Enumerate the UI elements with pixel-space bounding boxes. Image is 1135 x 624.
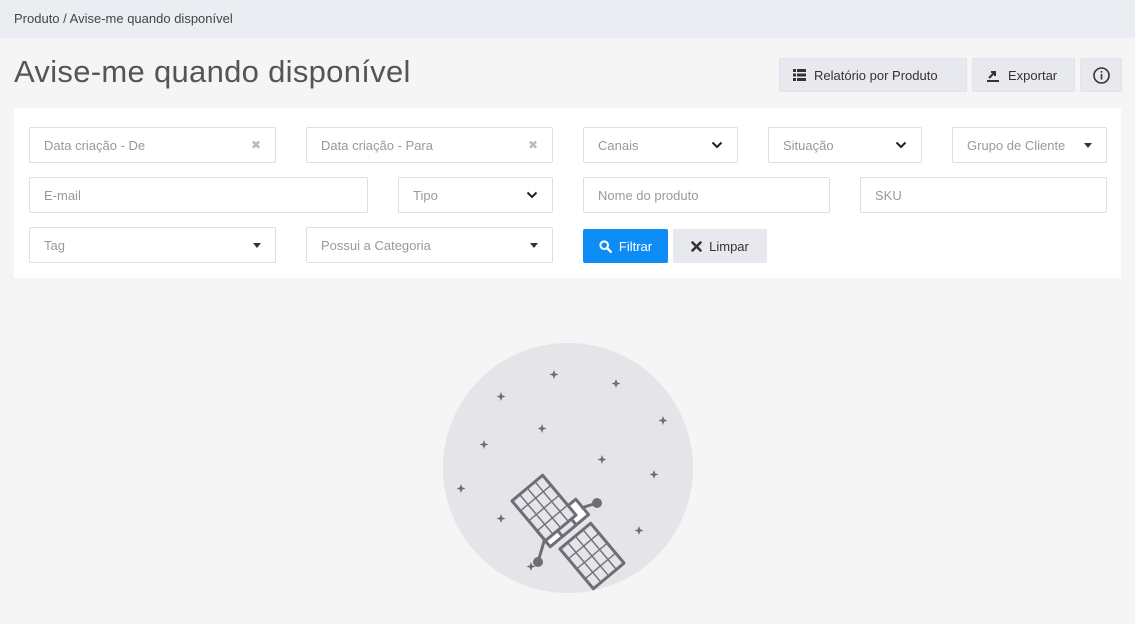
customer-group-select[interactable]: Grupo de Cliente bbox=[952, 127, 1107, 163]
filter-button-label: Filtrar bbox=[618, 238, 653, 254]
sku-input[interactable]: SKU bbox=[860, 177, 1107, 213]
info-icon bbox=[1092, 66, 1110, 84]
caret-down-icon bbox=[1084, 142, 1092, 148]
clear-button[interactable]: Limpar bbox=[673, 229, 767, 263]
product-name-input[interactable]: Nome do produto bbox=[583, 177, 830, 213]
email-placeholder: E-mail bbox=[44, 187, 81, 203]
date-from-placeholder: Data criação - De bbox=[44, 137, 146, 153]
report-by-product-button[interactable]: Relatório por Produto bbox=[779, 58, 967, 92]
type-select[interactable]: Tipo bbox=[398, 177, 553, 213]
product-name-placeholder: Nome do produto bbox=[598, 187, 699, 203]
date-from-input[interactable]: Data criação - De ✖ bbox=[29, 127, 276, 163]
customer-group-value: Grupo de Cliente bbox=[967, 137, 1066, 153]
search-icon bbox=[599, 239, 612, 253]
channels-select[interactable]: Canais bbox=[583, 127, 738, 163]
sku-placeholder: SKU bbox=[875, 187, 902, 203]
category-select[interactable]: Possui a Categoria bbox=[306, 227, 553, 263]
chevron-down-icon bbox=[895, 141, 907, 149]
email-input[interactable]: E-mail bbox=[29, 177, 368, 213]
satellite-icon bbox=[443, 343, 693, 593]
export-icon bbox=[987, 70, 999, 82]
breadcrumb: Produto / Avise-me quando disponível bbox=[0, 0, 1135, 38]
date-to-placeholder: Data criação - Para bbox=[321, 137, 433, 153]
category-value: Possui a Categoria bbox=[321, 237, 431, 253]
tag-select[interactable]: Tag bbox=[29, 227, 276, 263]
breadcrumb-text: Produto / Avise-me quando disponível bbox=[14, 11, 233, 26]
chevron-down-icon bbox=[526, 191, 538, 199]
channels-value: Canais bbox=[598, 137, 639, 153]
close-icon bbox=[691, 240, 702, 252]
filter-button[interactable]: Filtrar bbox=[583, 229, 668, 263]
info-button[interactable] bbox=[1080, 58, 1122, 92]
clear-date-from-icon[interactable]: ✖ bbox=[251, 138, 261, 152]
clear-date-to-icon[interactable]: ✖ bbox=[528, 138, 538, 152]
status-value: Situação bbox=[783, 137, 834, 153]
list-icon bbox=[793, 69, 806, 81]
chevron-down-icon bbox=[711, 141, 723, 149]
clear-button-label: Limpar bbox=[709, 238, 749, 254]
export-label: Exportar bbox=[1008, 67, 1058, 83]
status-select[interactable]: Situação bbox=[768, 127, 922, 163]
tag-value: Tag bbox=[44, 237, 65, 253]
page-title: Avise-me quando disponível bbox=[14, 54, 411, 89]
type-value: Tipo bbox=[413, 187, 438, 203]
report-by-product-label: Relatório por Produto bbox=[814, 67, 938, 83]
export-button[interactable]: Exportar bbox=[972, 58, 1075, 92]
caret-down-icon bbox=[530, 242, 538, 248]
date-to-input[interactable]: Data criação - Para ✖ bbox=[306, 127, 553, 163]
caret-down-icon bbox=[253, 242, 261, 248]
